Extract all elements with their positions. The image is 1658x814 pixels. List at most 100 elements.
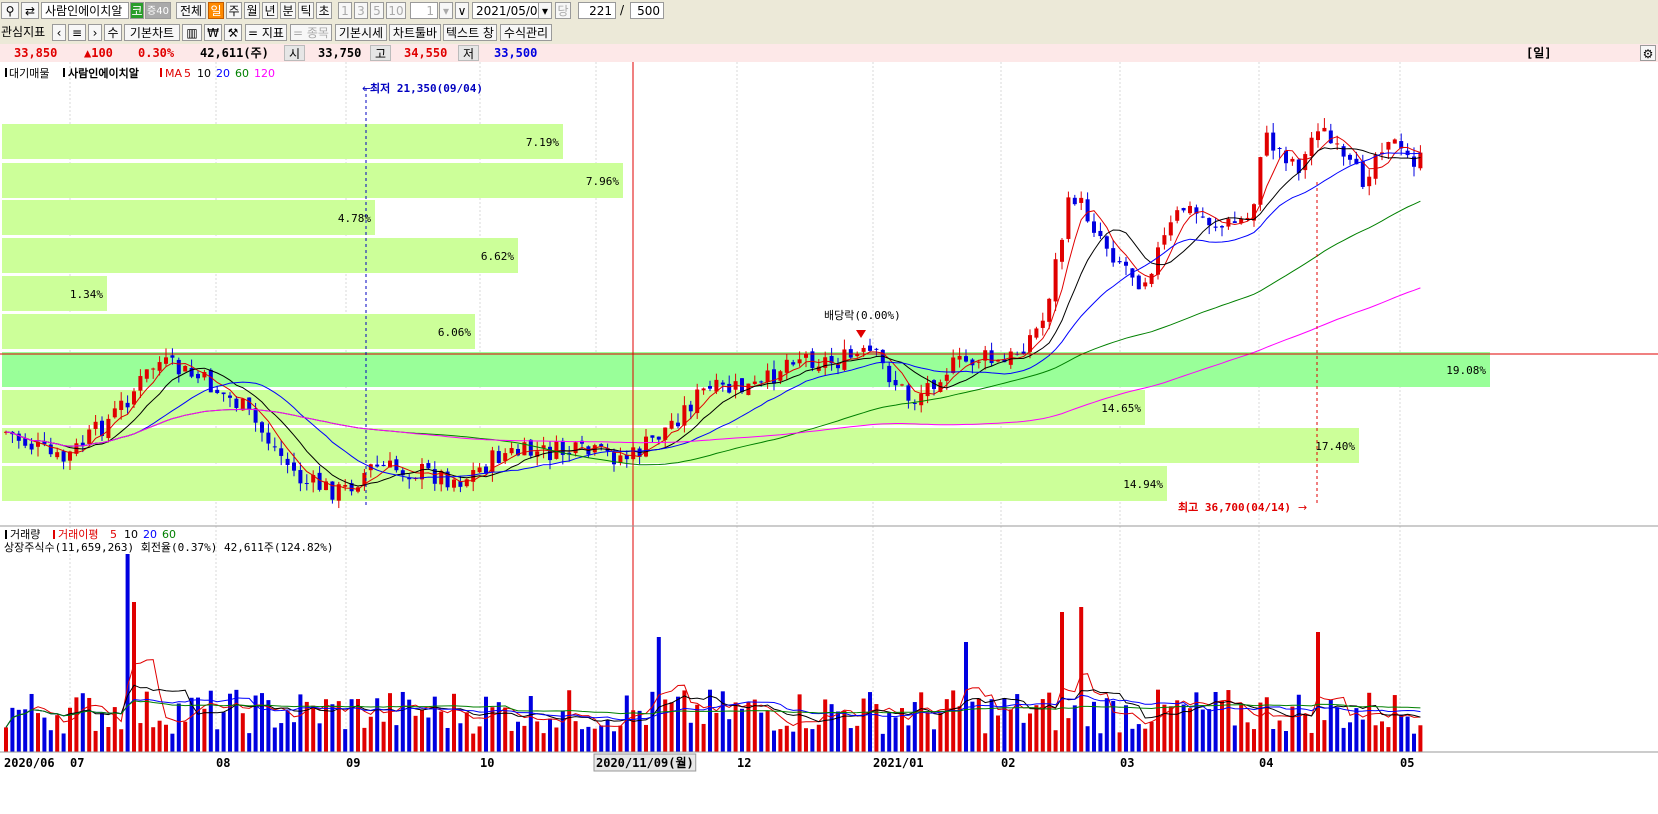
interval-3-button[interactable]: 3 [354,2,368,19]
candle-body [119,400,124,410]
period-second-button[interactable]: 초 [316,2,332,19]
search-icon[interactable]: ⚲ [1,2,19,19]
volume-bar [464,712,469,752]
candle-body [215,389,220,393]
dividend-annotation: 배당락(0.00%) [824,309,901,322]
period-month-button[interactable]: 월 [244,2,260,19]
legend-vma60: 60 [162,528,176,541]
candle-body [304,483,309,485]
plus-minus-button[interactable]: 수 [104,24,122,41]
candle-body [183,365,188,372]
scroll-right-icon[interactable]: › [88,24,102,41]
candle-body [1117,261,1122,263]
market-badge: 코 [130,2,144,19]
volume-bar [1047,692,1052,752]
volume-bar [1194,692,1199,752]
volume-bar [516,721,520,752]
volume-bar [240,713,245,752]
basic-quote-button[interactable]: 기본시세 [335,24,387,41]
period-week-button[interactable]: 주 [226,2,242,19]
period-all-button[interactable]: 전체 [176,2,206,19]
volume-bar [1316,632,1320,752]
candle-body [1328,130,1333,144]
candle-body [394,459,399,471]
settings-icon[interactable]: ⚙ [1640,45,1656,61]
candle-body [836,364,840,369]
candle-body [1136,275,1141,290]
candle-body [1040,320,1045,328]
candle-body [701,388,706,391]
period-tick-button[interactable]: 틱 [298,2,314,19]
refresh-icon[interactable]: ⇄ [21,2,39,19]
candle-body [669,420,674,429]
interval-10-button[interactable]: 10 [386,2,406,19]
volume-bar [804,728,808,752]
candle-body [656,436,661,440]
volume-bar [541,733,546,752]
period-minute-button[interactable]: 분 [280,2,296,19]
volume-bar [708,689,712,752]
interval-5-button[interactable]: 5 [370,2,384,19]
volume-bar [1399,714,1404,752]
watchlist-label[interactable]: 관심지표 [1,24,45,41]
scroll-left-icon[interactable]: ‹ [52,24,66,41]
stock-name-field[interactable]: 사람인에이치알 [41,2,129,19]
candle-body [906,385,911,401]
period-day-button[interactable]: 일 [208,2,224,19]
indicator-button[interactable]: = 지표 [245,24,287,41]
text-window-button[interactable]: 텍스트 창 [443,24,497,41]
volume-bar [1341,727,1346,752]
x-tick-label: 07 [70,756,84,770]
volume-bar [196,697,200,752]
volume-legend: 거래량 거래이평 5 10 20 60 상장주식수(11,659,263) 회전… [4,528,334,554]
volume-bar [663,699,668,752]
candle-body [61,451,66,462]
count-field[interactable]: 221 [578,2,616,19]
volume-bar [394,725,399,752]
candle-body [740,378,744,393]
x-tick-label: 2021/01 [873,756,924,770]
volume-bar [874,704,879,752]
candle-body [112,408,117,418]
candle-body [1360,161,1365,187]
chart-toolbar-button[interactable]: 차트툴바 [389,24,441,41]
period-year-button[interactable]: 년 [262,2,278,19]
volume-bar [1066,718,1071,752]
stock-chart[interactable]: 7.19% 7.96% 4.78% 6.62% 1.34% 6.06% 19.08% 14.6… [0,62,1658,814]
candle-body [477,467,482,473]
candle-body [87,429,92,444]
interval-dropdown[interactable]: ▾ [439,2,453,19]
volume-bar [1412,733,1416,752]
interval-1-button[interactable]: 1 [338,2,352,19]
candle-body [708,386,712,389]
volume-bar [119,729,124,752]
candle-body [151,368,156,370]
date-dropdown-icon[interactable]: ▾ [538,2,552,19]
menu-icon[interactable]: ≡ [68,24,86,41]
dang-button[interactable]: 당 [555,2,571,19]
won-button[interactable]: ₩ [204,24,222,41]
supply-band [2,466,1167,501]
item-button[interactable]: = 종목 [290,24,332,41]
volume-bar [1124,705,1128,752]
chevron-down-icon[interactable]: ∨ [455,2,469,19]
total-field[interactable]: 500 [630,2,664,19]
volume-bar [1156,689,1160,752]
interval-input[interactable]: 1 [410,2,438,19]
grid-icon[interactable]: ▥ [182,24,202,41]
basic-chart-button[interactable]: 기본차트 [124,24,180,41]
volume-info: 상장주식수(11,659,263) 회전율(0.37%) 42,611주(124… [4,541,334,554]
candle-body [919,393,924,406]
volume-bar [80,693,85,752]
candle-body [170,355,175,358]
volume-bar [912,702,917,752]
candle-body [861,347,866,352]
candle-body [260,422,264,433]
candle-body [957,355,962,360]
candle-body [132,391,136,405]
wrench-icon[interactable]: ⚒ [224,24,242,41]
candle-body [778,371,783,381]
formula-button[interactable]: 수식관리 [500,24,552,41]
candle-body [452,479,456,488]
volume-bar [317,723,322,752]
